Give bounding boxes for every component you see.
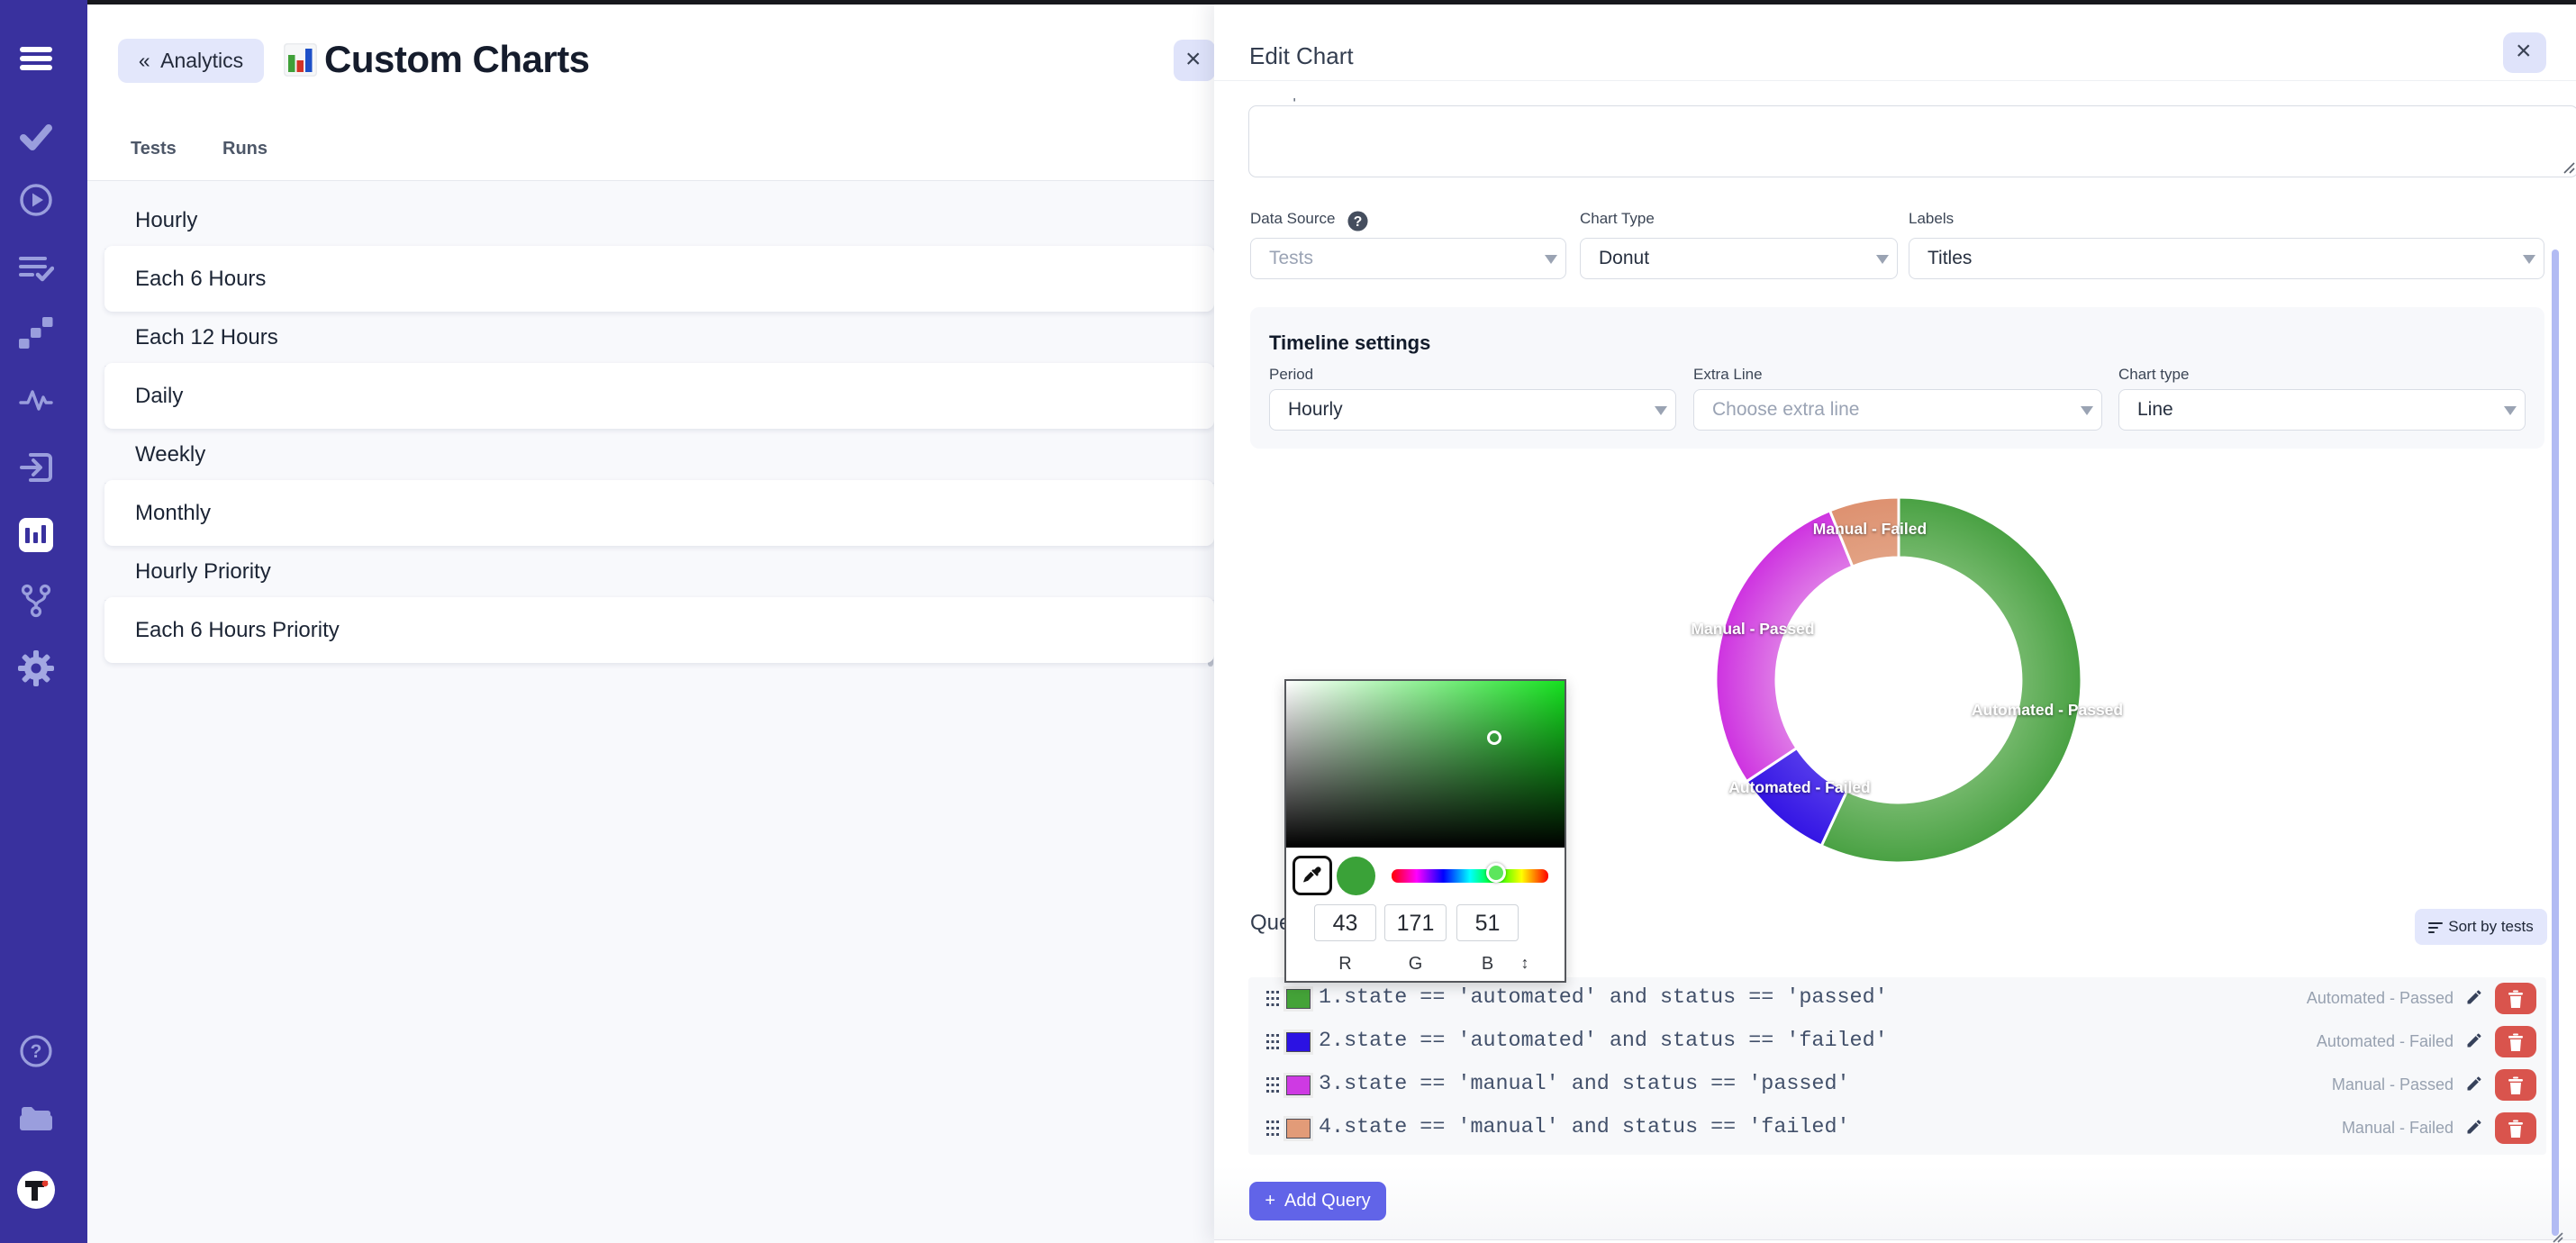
svg-text:?: ? <box>1354 214 1363 230</box>
svg-text:?: ? <box>31 1041 42 1062</box>
svg-text:Manual - Failed: Manual - Failed <box>1813 520 1927 538</box>
svg-text:Manual - Passed: Manual - Passed <box>1691 620 1814 638</box>
svg-text:Automated - Failed: Automated - Failed <box>1728 778 1871 796</box>
svg-text:Automated - Passed: Automated - Passed <box>1972 701 2123 719</box>
